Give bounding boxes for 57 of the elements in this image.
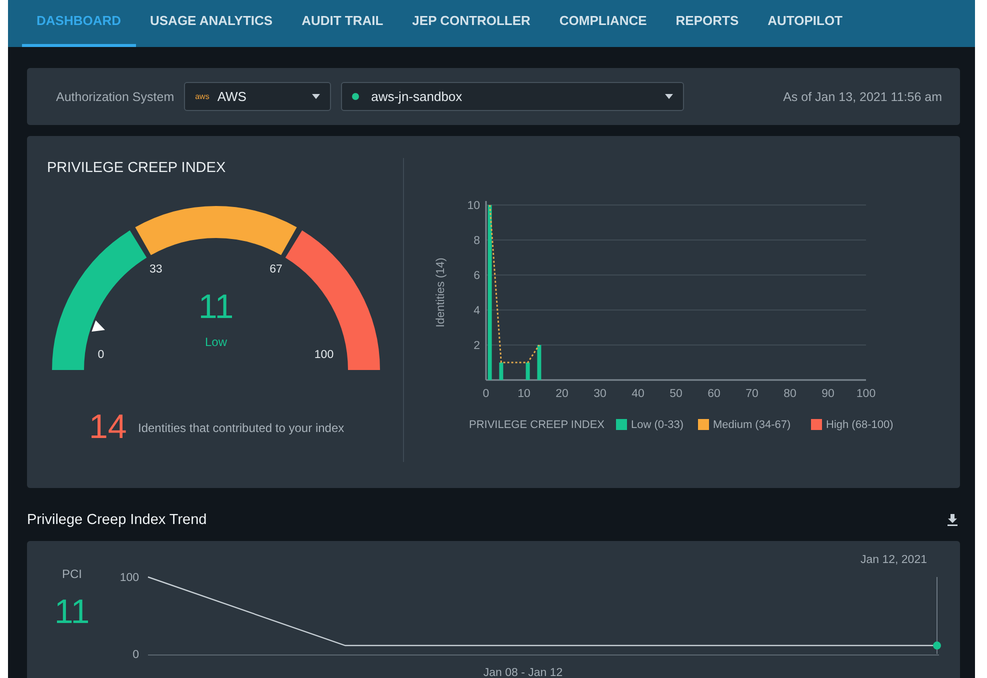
section-title: Privilege Creep Index Trend [27,512,207,528]
gauge-rating: Low [205,335,227,349]
legend-label: Medium (34-67) [713,419,791,431]
nav-tab[interactable]: DASHBOARD [22,0,136,47]
y-tick-label: 2 [474,340,480,352]
x-tick-label: 10 [518,388,530,400]
legend-label: High (68-100) [826,419,894,431]
x-tick-label: 0 [482,388,490,400]
caret-icon [312,94,320,99]
bar [526,362,530,380]
pci-label: PCI [62,567,82,581]
filter-label: Authorization System [56,90,174,104]
y-tick-label: 4 [474,305,480,317]
gauge-tick-label: 100 [314,349,334,361]
gauge-value: 11 [198,288,234,326]
y-tick-label: 8 [474,235,480,247]
x-tick-label: 20 [556,388,568,400]
nav-tab[interactable]: JEP CONTROLLER [398,0,545,47]
legend-label: Low (0-33) [631,419,684,431]
nav-tab[interactable]: AUDIT TRAIL [287,0,398,47]
x-tick-label: 90 [822,388,834,400]
y-axis-label: Identities (14) [435,258,447,328]
nav-tab[interactable]: USAGE ANALYTICS [136,0,288,47]
x-tick-label: 80 [784,388,796,400]
download-icon[interactable] [947,514,958,526]
date-annotation: Jan 12, 2021 [860,554,927,566]
caret-icon [665,94,674,99]
account-select[interactable]: aws-jn-sandbox [341,82,684,111]
x-tick-label: 100 [856,388,876,400]
nav-tab[interactable]: REPORTS [661,0,754,47]
y-tick-label: 10 [467,200,480,212]
data-point [933,642,941,650]
identities-caption: Identities that contributed to your index [138,421,344,435]
gauge-pointer [92,320,105,332]
y-tick-label: 6 [474,270,480,282]
pci-value: 11 [54,593,90,632]
nav-tab[interactable]: AUTOPILOT [753,0,857,47]
legend-title: PRIVILEGE CREEP INDEX [469,419,605,431]
x-tick-label: 60 [708,388,720,400]
card-title: PRIVILEGE CREEP INDEX [47,160,226,176]
system-select[interactable]: aws AWS [184,82,332,111]
bar [537,345,542,380]
gauge-tick-label: 67 [270,263,282,276]
x-tick-label: 70 [746,388,758,400]
x-tick-label: 50 [670,388,682,400]
gauge-tick-label: 0 [98,349,104,361]
identities-count: 14 [89,408,127,446]
x-tick-label: 40 [632,388,644,400]
x-axis-label: Jan 08 - Jan 12 [483,667,563,678]
y-tick-label: 100 [120,572,139,584]
aws-icon: aws [195,92,210,101]
gauge-tick-label: 33 [150,263,162,276]
bar [499,362,504,380]
timestamp: As of Jan 13, 2021 11:56 am [783,90,942,104]
y-tick-label: 0 [132,649,139,661]
nav-tab[interactable]: COMPLIANCE [544,0,662,47]
x-tick-label: 30 [594,388,606,400]
